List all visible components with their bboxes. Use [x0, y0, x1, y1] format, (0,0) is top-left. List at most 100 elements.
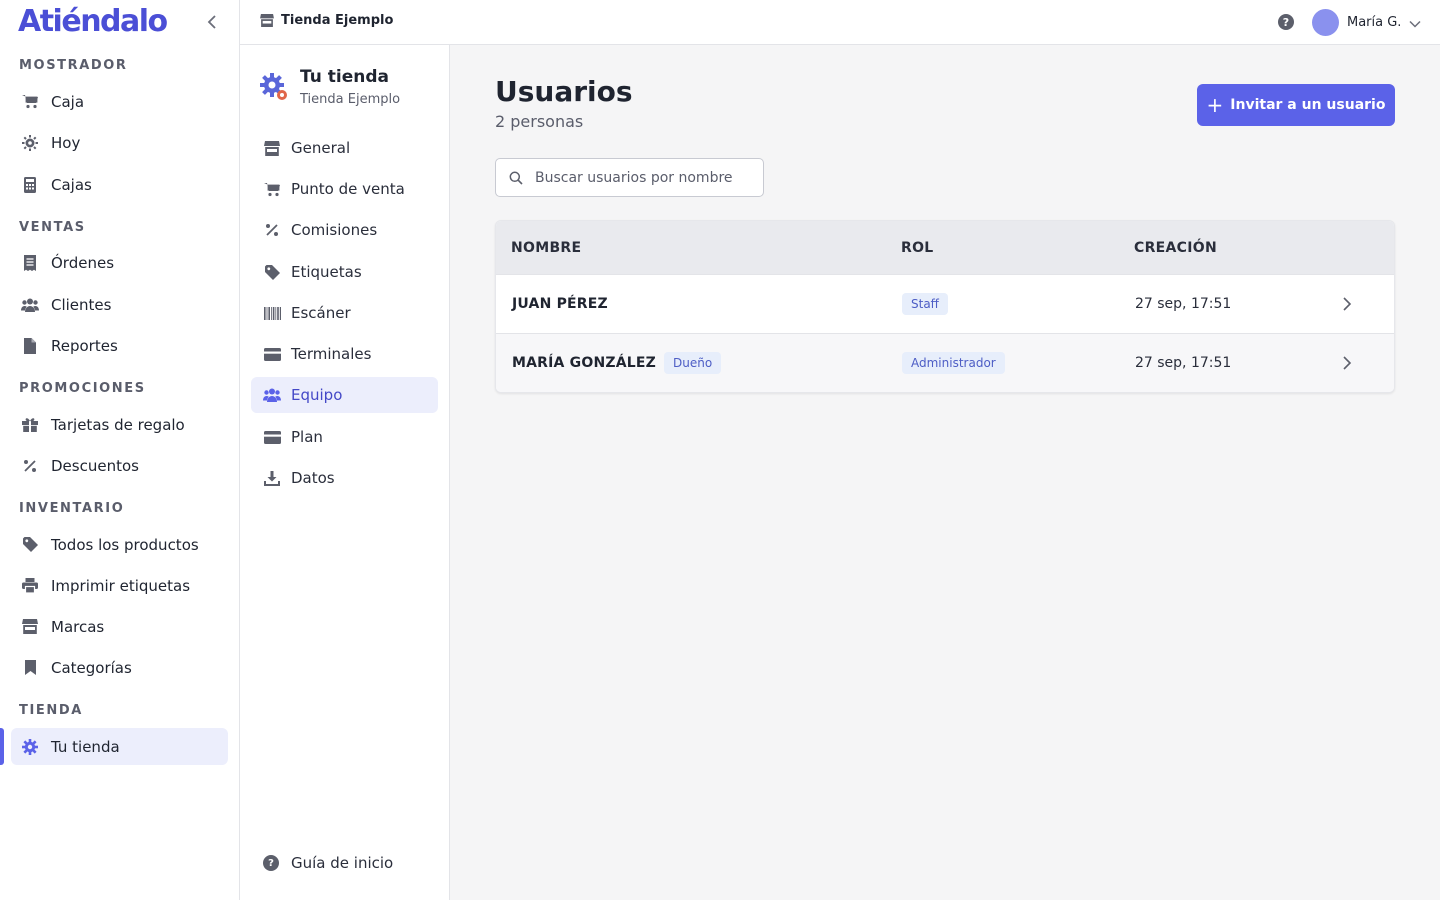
top-bar: Tienda Ejemplo ? María G. — [240, 0, 1440, 45]
sidebar-item-label: Caja — [51, 92, 85, 111]
sidebar-item-label: Clientes — [51, 295, 112, 314]
settings-subtitle: Tienda Ejemplo — [300, 92, 401, 107]
sidebar-item-tarjetas-de-regalo[interactable]: Tarjetas de regalo — [11, 406, 228, 443]
subnav-item-terminales[interactable]: Terminales — [251, 336, 438, 372]
users-table: NOMBRE ROL CREACIÓN JUAN PÉREZ Staff 27 … — [495, 220, 1395, 393]
sidebar-item-label: Cajas — [51, 175, 92, 194]
subnav-item-label: General — [291, 139, 351, 157]
store-breadcrumb[interactable]: Tienda Ejemplo — [260, 13, 393, 28]
sidebar-item-descuentos[interactable]: Descuentos — [11, 447, 228, 484]
column-header-nombre[interactable]: NOMBRE — [511, 221, 581, 274]
search-icon — [509, 171, 523, 185]
gift-icon — [21, 416, 39, 434]
calculator-icon — [21, 176, 39, 194]
sidebar-item-ordenes[interactable]: Órdenes — [11, 244, 228, 281]
subnav-item-punto-de-venta[interactable]: Punto de venta — [251, 171, 438, 207]
percent-icon — [263, 221, 281, 239]
search-input[interactable] — [535, 169, 735, 186]
subnav-item-label: Escáner — [291, 304, 351, 322]
sidebar-item-reportes[interactable]: Reportes — [11, 327, 228, 364]
invite-user-label: Invitar a un usuario — [1230, 97, 1386, 113]
table-row[interactable]: JUAN PÉREZ Staff 27 sep, 17:51 — [496, 274, 1394, 333]
search-box[interactable] — [495, 158, 764, 197]
sidebar-item-tu-tienda[interactable]: Tu tienda — [11, 728, 228, 765]
sidebar-item-hoy[interactable]: Hoy — [11, 124, 228, 161]
credit-card-icon — [263, 428, 281, 446]
store-icon — [263, 139, 281, 157]
settings-title: Tu tienda — [300, 67, 389, 87]
printer-icon — [21, 577, 39, 595]
cart-icon — [263, 180, 281, 198]
sidebar-item-categorias[interactable]: Categorías — [11, 649, 228, 686]
invite-user-button[interactable]: + Invitar a un usuario — [1197, 84, 1395, 126]
store-header: Tu tienda Tienda Ejemplo — [259, 67, 400, 107]
page-subtitle: 2 personas — [495, 112, 584, 131]
barcode-icon — [263, 304, 281, 322]
chevron-right-icon[interactable] — [1340, 355, 1354, 371]
sidebar-item-caja[interactable]: Caja — [11, 83, 228, 120]
column-header-creacion[interactable]: CREACIÓN — [1134, 221, 1217, 274]
plus-icon: + — [1206, 93, 1224, 117]
getting-started-link[interactable]: ? Guía de inicio — [263, 854, 393, 872]
subnav-item-comisiones[interactable]: Comisiones — [251, 212, 438, 248]
collapse-sidebar-icon[interactable] — [202, 12, 222, 32]
sidebar-item-label: Hoy — [51, 133, 81, 152]
sidebar-item-label: Tu tienda — [51, 737, 120, 756]
table-header: NOMBRE ROL CREACIÓN — [496, 221, 1394, 274]
avatar — [1312, 9, 1339, 36]
role-badge: Staff — [902, 293, 948, 315]
subnav-item-etiquetas[interactable]: Etiquetas — [251, 254, 438, 290]
main-sidebar: Atiéndalo MOSTRADOR Caja Hoy Cajas VENTA… — [0, 0, 240, 900]
subnav-item-datos[interactable]: Datos — [251, 460, 438, 496]
download-icon — [263, 469, 281, 487]
chevron-right-icon[interactable] — [1340, 296, 1354, 312]
tag-icon — [263, 263, 281, 281]
column-header-rol[interactable]: ROL — [901, 221, 934, 274]
subnav-item-general[interactable]: General — [251, 130, 438, 166]
role-badge: Administrador — [902, 352, 1005, 374]
sidebar-item-imprimir-etiquetas[interactable]: Imprimir etiquetas — [11, 567, 228, 604]
gear-icon — [21, 738, 39, 756]
section-title-promociones: PROMOCIONES — [19, 381, 146, 396]
sidebar-item-label: Categorías — [51, 658, 132, 677]
section-title-tienda: TIENDA — [19, 703, 83, 718]
sidebar-item-marcas[interactable]: Marcas — [11, 608, 228, 645]
page-title: Usuarios — [495, 75, 633, 108]
credit-card-icon — [263, 345, 281, 363]
subnav-item-label: Comisiones — [291, 221, 378, 239]
table-row[interactable]: MARÍA GONZÁLEZ Dueño Administrador 27 se… — [496, 333, 1394, 392]
subnav-item-label: Terminales — [291, 345, 372, 363]
main-content: Usuarios 2 personas + Invitar a un usuar… — [450, 45, 1440, 900]
section-title-mostrador: MOSTRADOR — [19, 58, 128, 73]
help-icon: ? — [263, 855, 279, 871]
getting-started-label: Guía de inicio — [291, 854, 394, 872]
subnav-item-escaner[interactable]: Escáner — [251, 295, 438, 331]
sidebar-item-label: Tarjetas de regalo — [51, 415, 185, 434]
active-indicator — [0, 728, 4, 765]
chevron-down-icon — [1409, 13, 1421, 32]
users-icon — [263, 386, 281, 404]
store-name: Tienda Ejemplo — [281, 13, 394, 28]
sidebar-item-cajas[interactable]: Cajas — [11, 166, 228, 203]
owner-badge: Dueño — [664, 352, 722, 374]
help-icon[interactable]: ? — [1278, 14, 1294, 30]
subnav-item-label: Datos — [291, 469, 335, 487]
subnav-item-label: Etiquetas — [291, 263, 362, 281]
sun-icon — [21, 134, 39, 152]
sidebar-item-label: Imprimir etiquetas — [51, 576, 191, 595]
user-name-cell: MARÍA GONZÁLEZ — [512, 355, 656, 371]
sidebar-item-todos-los-productos[interactable]: Todos los productos — [11, 526, 228, 563]
brand-logo[interactable]: Atiéndalo — [18, 4, 168, 39]
store-logo-icon — [259, 72, 289, 102]
receipt-icon — [21, 254, 39, 272]
section-title-ventas: VENTAS — [19, 220, 86, 235]
subnav-item-label: Punto de venta — [291, 180, 405, 198]
sidebar-item-clientes[interactable]: Clientes — [11, 286, 228, 323]
created-date-cell: 27 sep, 17:51 — [1135, 355, 1232, 371]
user-menu[interactable]: María G. — [1312, 9, 1421, 36]
subnav-item-label: Equipo — [291, 386, 343, 404]
store-icon — [260, 13, 274, 28]
user-name: María G. — [1347, 15, 1402, 30]
subnav-item-plan[interactable]: Plan — [251, 419, 438, 455]
subnav-item-equipo[interactable]: Equipo — [251, 377, 438, 413]
